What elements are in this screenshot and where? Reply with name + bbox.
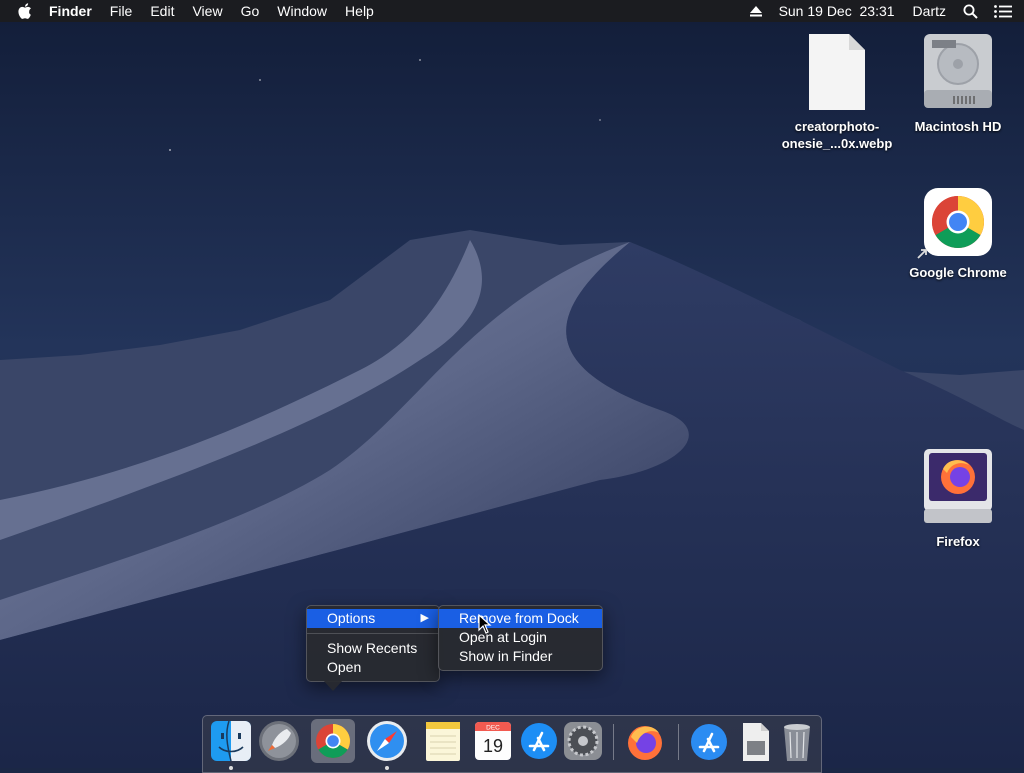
dock-item-downloads[interactable] — [733, 719, 777, 763]
google-chrome-label: Google Chrome — [909, 265, 1007, 280]
menu-view[interactable]: View — [183, 0, 231, 22]
dock-item-applications[interactable] — [687, 719, 731, 763]
submenu-arrow-icon: ▶ — [420, 612, 429, 624]
menu-item-options[interactable]: Options ▶ — [307, 609, 439, 628]
apple-menu-icon[interactable] — [0, 3, 40, 19]
dock-item-safari[interactable] — [365, 719, 409, 770]
notes-icon — [426, 722, 460, 761]
menu-separator — [307, 633, 439, 634]
dock-item-google-chrome[interactable] — [311, 719, 355, 763]
trash-icon — [784, 724, 810, 761]
app-store-icon — [521, 723, 557, 759]
firefox-icon — [628, 726, 662, 760]
notification-center-icon[interactable] — [986, 4, 1020, 18]
desktop-file-webp[interactable]: creatorphoto- onesie_...0x.webp — [767, 32, 907, 152]
options-submenu: Remove from Dock Open at Login Show in F… — [438, 605, 603, 671]
finder-icon — [211, 720, 251, 762]
document-icon — [809, 34, 865, 110]
dock-item-notes[interactable] — [421, 719, 465, 763]
desktop-firefox-disk[interactable]: Firefox — [888, 447, 1024, 550]
chrome-icon — [924, 188, 992, 256]
menu-bar: Finder File Edit View Go Window Help Sun… — [0, 0, 1024, 22]
hard-drive-icon — [924, 34, 992, 108]
menu-item-remove-from-dock[interactable]: Remove from Dock — [439, 609, 602, 628]
compass-icon — [367, 721, 407, 761]
dock-item-trash[interactable] — [775, 719, 819, 763]
running-indicator — [385, 766, 389, 770]
alias-arrow-icon — [917, 249, 927, 259]
running-indicator — [229, 766, 233, 770]
menu-item-open-at-login[interactable]: Open at Login — [439, 628, 602, 647]
menu-pointer — [323, 680, 343, 691]
firefox-label: Firefox — [936, 534, 980, 549]
calendar-icon: DEC 19 — [475, 722, 511, 760]
dock-item-calendar[interactable]: DEC 19 — [471, 719, 515, 763]
macintosh-hd-label: Macintosh HD — [914, 119, 1002, 134]
dock-item-system-preferences[interactable] — [561, 719, 605, 763]
menu-help[interactable]: Help — [336, 0, 383, 22]
menu-item-show-in-finder[interactable]: Show in Finder — [439, 647, 602, 666]
menu-file[interactable]: File — [101, 0, 142, 22]
downloads-stack-icon — [743, 723, 769, 761]
dock-item-app-store[interactable] — [517, 719, 561, 763]
menu-item-open[interactable]: Open — [307, 658, 439, 677]
eject-icon[interactable] — [742, 5, 770, 17]
desktop-macintosh-hd[interactable]: Macintosh HD — [888, 32, 1024, 135]
menu-item-show-recents[interactable]: Show Recents — [307, 639, 439, 658]
menu-window[interactable]: Window — [268, 0, 336, 22]
menu-edit[interactable]: Edit — [141, 0, 183, 22]
calendar-day: 19 — [483, 736, 503, 756]
dock-separator — [678, 724, 679, 760]
rocket-icon — [259, 721, 299, 761]
spotlight-search-icon[interactable] — [955, 4, 986, 19]
chrome-icon — [316, 724, 350, 758]
menu-finder[interactable]: Finder — [40, 0, 101, 22]
desktop-google-chrome-alias[interactable]: Google Chrome — [888, 186, 1024, 281]
firefox-disk-icon — [924, 449, 992, 523]
dock-item-finder[interactable] — [209, 719, 253, 770]
applications-folder-icon — [691, 724, 727, 760]
menu-go[interactable]: Go — [232, 0, 269, 22]
calendar-month: DEC — [486, 725, 500, 732]
dock-context-menu: Options ▶ Show Recents Open — [306, 605, 440, 682]
dock: DEC 19 — [202, 715, 822, 773]
dock-item-launchpad[interactable] — [257, 719, 301, 763]
desktop-file-label: creatorphoto- onesie_...0x.webp — [781, 119, 893, 151]
dock-separator — [613, 724, 614, 760]
mouse-cursor-icon — [478, 614, 492, 634]
dock-item-firefox[interactable] — [623, 719, 667, 763]
user-menu[interactable]: Dartz — [904, 0, 955, 22]
gear-icon — [564, 722, 602, 760]
clock[interactable]: Sun 19 Dec 23:31 — [770, 0, 904, 22]
